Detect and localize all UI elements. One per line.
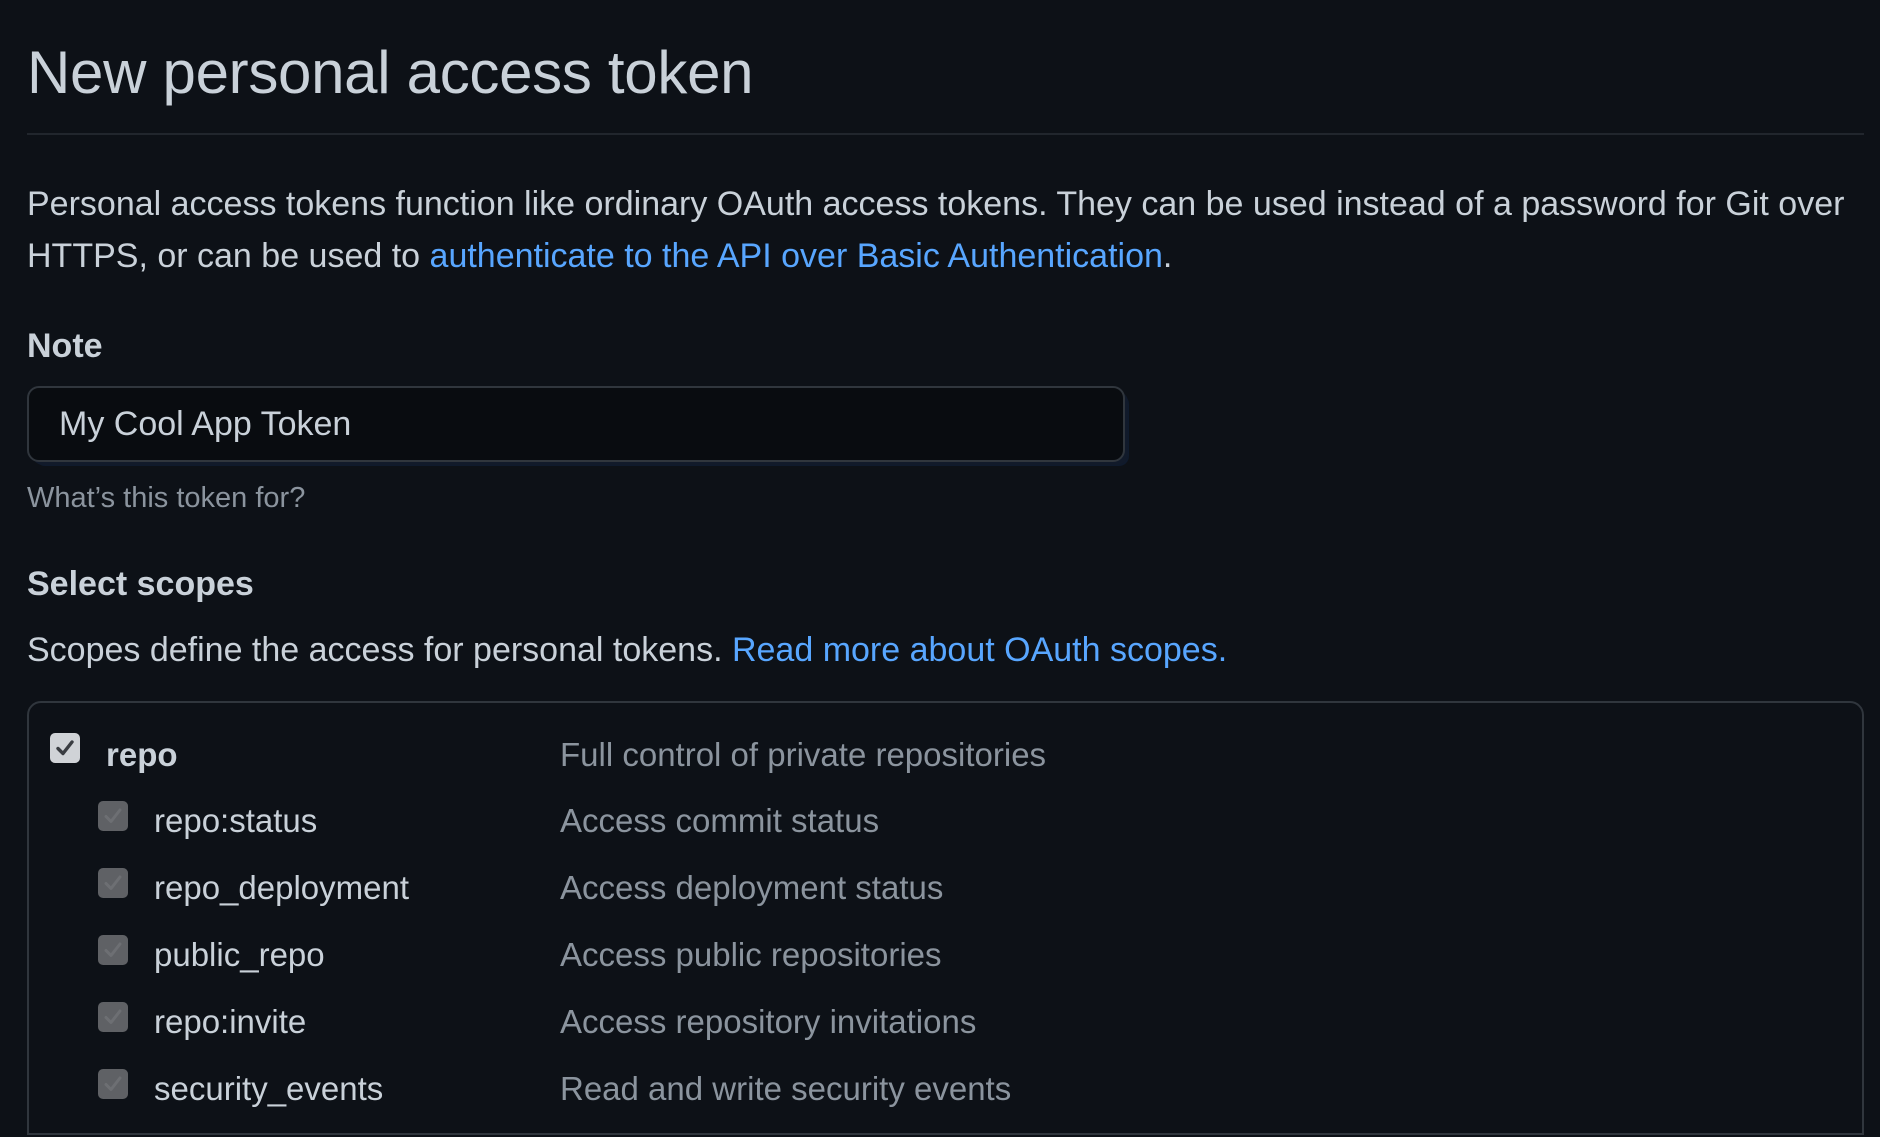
oauth-scopes-link[interactable]: Read more about OAuth scopes. <box>732 631 1227 669</box>
security-events-checkbox[interactable] <box>98 1069 128 1099</box>
scope-name: repo:status <box>154 802 318 839</box>
intro-paragraph: Personal access tokens function like ord… <box>27 178 1867 282</box>
select-scopes-heading: Select scopes <box>27 565 254 603</box>
repo-deployment-checkbox[interactable] <box>98 868 128 898</box>
scope-name: repo <box>106 736 178 773</box>
scopes-description: Scopes define the access for personal to… <box>27 628 1227 672</box>
scope-name: public_repo <box>154 936 325 973</box>
intro-suffix: . <box>1162 237 1173 275</box>
scope-description: Full control of private repositories <box>560 736 1047 773</box>
checkmark-icon <box>56 740 74 756</box>
scope-row-public-repo: public_repo Access public repositories <box>29 929 1862 985</box>
page-title: New personal access token <box>27 39 754 106</box>
checkmark-icon <box>104 875 122 890</box>
checkmark-icon <box>104 808 122 823</box>
scope-name: repo_deployment <box>154 869 410 906</box>
scope-description: Access commit status <box>560 802 880 839</box>
public-repo-checkbox[interactable] <box>98 935 128 965</box>
repo-status-checkbox[interactable] <box>98 801 128 831</box>
scope-description: Access public repositories <box>560 936 942 973</box>
scope-list: repo Full control of private repositorie… <box>27 701 1864 1135</box>
scope-row-security-events: security_events Read and write security … <box>29 1063 1862 1119</box>
scope-name: repo:invite <box>154 1003 307 1040</box>
checkmark-icon <box>104 942 122 957</box>
scope-row-repo-invite: repo:invite Access repository invitation… <box>29 996 1862 1052</box>
note-label: Note <box>27 327 103 365</box>
note-hint: What’s this token for? <box>27 482 306 514</box>
scope-row-repo: repo Full control of private repositorie… <box>29 725 1862 781</box>
note-input[interactable] <box>27 386 1125 462</box>
scope-description: Read and write security events <box>560 1070 1012 1107</box>
checkmark-icon <box>104 1009 122 1024</box>
title-divider <box>27 133 1864 135</box>
basic-auth-link[interactable]: authenticate to the API over Basic Authe… <box>430 237 1163 275</box>
scope-description: Access deployment status <box>560 869 944 906</box>
checkmark-icon <box>104 1076 122 1091</box>
scope-row-repo-deployment: repo_deployment Access deployment status <box>29 862 1862 918</box>
repo-checkbox[interactable] <box>50 733 80 763</box>
scope-description: Access repository invitations <box>560 1003 977 1040</box>
scope-row-repo-status: repo:status Access commit status <box>29 795 1862 851</box>
scope-name: security_events <box>154 1070 384 1107</box>
scopes-description-text: Scopes define the access for personal to… <box>27 631 732 669</box>
repo-invite-checkbox[interactable] <box>98 1002 128 1032</box>
